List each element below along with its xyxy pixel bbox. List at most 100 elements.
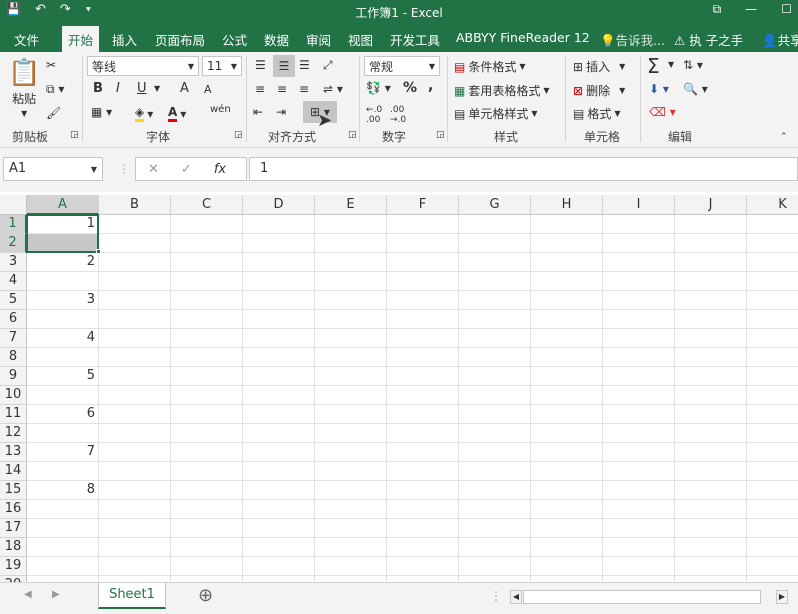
shrink-font-button[interactable]: A [204,83,212,96]
row-header-10[interactable]: 10 [0,386,27,405]
cell-i16[interactable] [603,500,675,519]
cell-c4[interactable] [171,272,243,291]
column-header-a[interactable]: A [27,195,99,215]
chevron-down-icon[interactable]: ▼ [668,60,674,69]
cell-b16[interactable] [99,500,171,519]
conditional-formatting-button[interactable]: ▤ 条件格式 ▼ [454,58,526,75]
cell-b2[interactable] [99,234,171,253]
cell-b3[interactable] [99,253,171,272]
cell-b9[interactable] [99,367,171,386]
cell-g14[interactable] [459,462,531,481]
clear-icon[interactable]: ⌫ ▾ [649,105,676,119]
percent-button[interactable]: % [403,80,417,96]
cell-b4[interactable] [99,272,171,291]
cell-j3[interactable] [675,253,747,272]
find-select-icon[interactable]: 🔍 ▾ [683,82,708,96]
cell-a17[interactable] [27,519,99,538]
cell-i13[interactable] [603,443,675,462]
cell-h10[interactable] [531,386,603,405]
cell-j9[interactable] [675,367,747,386]
cell-d2[interactable] [243,234,315,253]
cell-c18[interactable] [171,538,243,557]
cell-a14[interactable] [27,462,99,481]
cell-a19[interactable] [27,557,99,576]
cell-j6[interactable] [675,310,747,329]
cell-k16[interactable] [747,500,798,519]
user-account[interactable]: ⚠ 执 子之手 [674,30,743,49]
cell-j4[interactable] [675,272,747,291]
select-all-button[interactable] [0,195,27,215]
cell-e12[interactable] [315,424,387,443]
increase-indent-icon[interactable]: ⇥ [276,105,286,119]
cell-h13[interactable] [531,443,603,462]
cell-f9[interactable] [387,367,459,386]
align-right-icon[interactable]: ≡ [299,82,309,96]
cell-k9[interactable] [747,367,798,386]
cell-f2[interactable] [387,234,459,253]
cell-b18[interactable] [99,538,171,557]
cell-i10[interactable] [603,386,675,405]
tab-page-layout[interactable]: 页面布局 [155,30,205,49]
cell-h8[interactable] [531,348,603,367]
cell-e15[interactable] [315,481,387,500]
cell-e6[interactable] [315,310,387,329]
cell-c1[interactable] [171,215,243,234]
increase-decimal-icon[interactable]: ←.0.00 [366,105,382,125]
row-header-13[interactable]: 13 [0,443,27,462]
grow-font-button[interactable]: A [180,81,189,96]
cell-i3[interactable] [603,253,675,272]
cell-b17[interactable] [99,519,171,538]
fill-color-icon[interactable]: ◈ ▾ [135,105,153,122]
collapse-ribbon-icon[interactable]: ⌃ [780,132,788,142]
currency-icon[interactable]: 💱 ▾ [366,81,391,95]
cell-a5[interactable]: 3 [27,291,99,310]
cell-a13[interactable]: 7 [27,443,99,462]
row-header-8[interactable]: 8 [0,348,27,367]
cell-d19[interactable] [243,557,315,576]
cell-d6[interactable] [243,310,315,329]
row-header-11[interactable]: 11 [0,405,27,424]
cell-c3[interactable] [171,253,243,272]
cell-a7[interactable]: 4 [27,329,99,348]
format-cells-button[interactable]: ▤ 格式 ▼ [573,105,621,122]
dialog-launcher-icon[interactable]: ◲ [70,130,79,140]
row-header-15[interactable]: 15 [0,481,27,500]
cell-k15[interactable] [747,481,798,500]
cancel-icon[interactable]: ✕ [148,162,159,177]
decrease-decimal-icon[interactable]: .00 →.0 [390,105,406,125]
cell-a9[interactable]: 5 [27,367,99,386]
cell-j17[interactable] [675,519,747,538]
cell-j7[interactable] [675,329,747,348]
cell-b14[interactable] [99,462,171,481]
cell-i11[interactable] [603,405,675,424]
cell-k12[interactable] [747,424,798,443]
cell-c19[interactable] [171,557,243,576]
cell-a12[interactable] [27,424,99,443]
cell-d18[interactable] [243,538,315,557]
cell-k8[interactable] [747,348,798,367]
cell-e11[interactable] [315,405,387,424]
row-header-2[interactable]: 2 [0,234,27,253]
horizontal-scrollbar[interactable] [523,590,761,604]
cell-k7[interactable] [747,329,798,348]
cell-j1[interactable] [675,215,747,234]
cell-e13[interactable] [315,443,387,462]
cell-b19[interactable] [99,557,171,576]
cell-c9[interactable] [171,367,243,386]
cell-e5[interactable] [315,291,387,310]
cell-e3[interactable] [315,253,387,272]
cell-k5[interactable] [747,291,798,310]
insert-cells-button[interactable]: ⊞ 插入 ▼ [573,58,625,75]
hscroll-right-icon[interactable]: ▶ [776,590,788,604]
column-header-i[interactable]: I [603,195,675,215]
cell-c13[interactable] [171,443,243,462]
cell-k1[interactable] [747,215,798,234]
tab-data[interactable]: 数据 [264,30,289,49]
cell-e7[interactable] [315,329,387,348]
cell-g18[interactable] [459,538,531,557]
underline-button[interactable]: U [137,81,147,96]
cell-styles-button[interactable]: ▤ 单元格样式 ▼ [454,105,538,122]
cell-b5[interactable] [99,291,171,310]
cell-g10[interactable] [459,386,531,405]
cell-a1[interactable]: 1 [27,215,99,234]
